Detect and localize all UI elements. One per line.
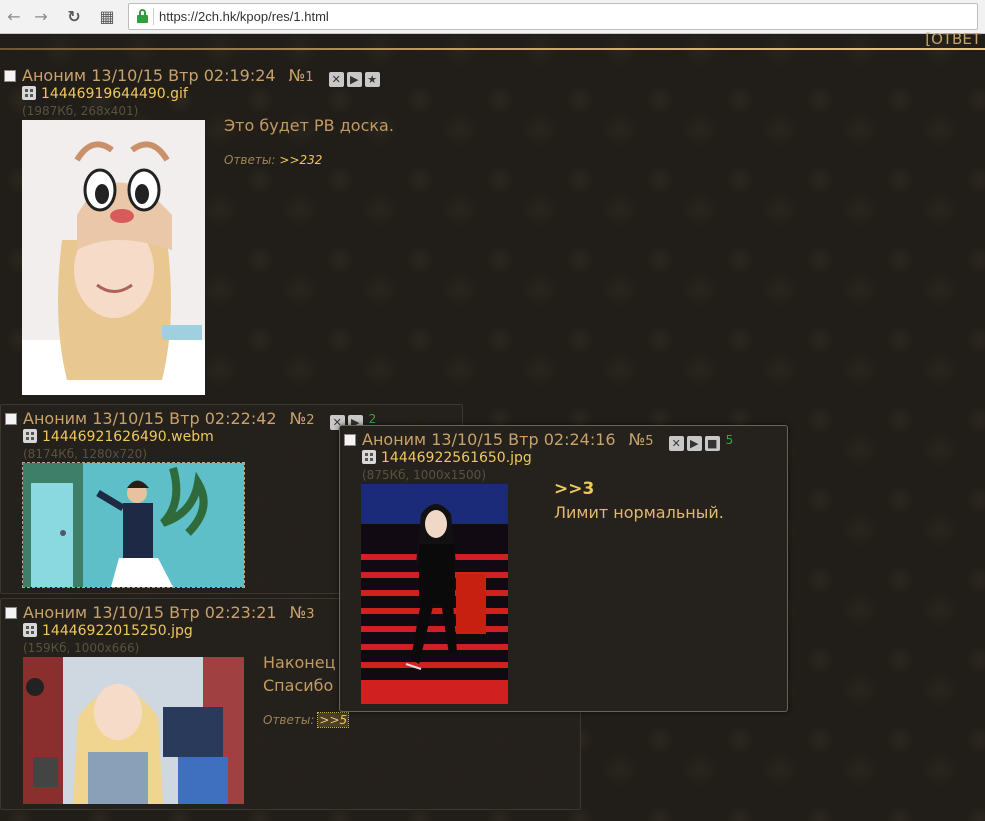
post-select-checkbox[interactable] <box>344 434 356 446</box>
file-name: 14446921626490.webm <box>42 429 214 445</box>
post-op: Аноним 13/10/15 Втр 02:19:24 №1 ✕ ▶ ★ 1444… <box>0 62 560 398</box>
file-link[interactable]: 14446922561650.jpg <box>362 450 532 466</box>
post-number[interactable]: №2 <box>290 409 315 428</box>
download-icon[interactable] <box>23 429 37 443</box>
file-meta: (875Кб, 1000x1500) <box>362 468 486 482</box>
reply-link[interactable]: >>232 <box>279 153 322 167</box>
post-date: 13/10/15 Втр 02:24:16 <box>431 430 616 449</box>
file-link[interactable]: 14446922015250.jpg <box>23 623 193 639</box>
file-link[interactable]: 14446921626490.webm <box>23 429 214 445</box>
post-header: Аноним 13/10/15 Втр 02:19:24 №1 ✕ ▶ ★ <box>4 66 380 87</box>
url-text: https://2ch.hk/kpop/res/1.html <box>159 9 329 24</box>
post-date: 13/10/15 Втр 02:23:21 <box>92 603 277 622</box>
post-date: 13/10/15 Втр 02:19:24 <box>91 66 276 85</box>
favorite-icon[interactable]: ★ <box>364 72 380 87</box>
quote-link[interactable]: >>3 <box>554 478 724 501</box>
top-nav-partial[interactable]: [ОТВЕТ <box>925 30 981 48</box>
post-header: Аноним 13/10/15 Втр 02:23:21 №3 <box>5 603 315 623</box>
hide-icon[interactable]: ✕ <box>668 436 684 451</box>
post-author: Аноним <box>23 603 88 622</box>
file-meta: (1987Кб, 268x401) <box>22 104 139 118</box>
address-bar[interactable]: https://2ch.hk/kpop/res/1.html <box>128 3 978 30</box>
post-select-checkbox[interactable] <box>4 70 16 82</box>
divider <box>0 48 985 50</box>
file-name: 14446922015250.jpg <box>42 623 193 639</box>
post-thumbnail[interactable] <box>22 462 245 588</box>
file-name: 14446919644490.gif <box>41 86 188 102</box>
forward-icon[interactable]: → <box>30 6 52 28</box>
file-meta: (159Кб, 1000x666) <box>23 641 140 655</box>
post-header: Аноним 13/10/15 Втр 02:22:42 №2 ✕ ▶ 2 <box>5 409 377 430</box>
post-author: Аноним <box>362 430 427 449</box>
download-icon[interactable] <box>23 623 37 637</box>
file-name: 14446922561650.jpg <box>381 450 532 466</box>
post-number[interactable]: №1 <box>289 66 314 85</box>
post-preview-popup: Аноним 13/10/15 Втр 02:24:16 №5 ✕ ▶ ■ 5 144… <box>339 425 788 712</box>
post-number[interactable]: №3 <box>290 603 315 622</box>
reply-count: 2 <box>368 412 377 426</box>
post-header: Аноним 13/10/15 Втр 02:24:16 №5 ✕ ▶ ■ 5 <box>344 430 734 451</box>
reply-link[interactable]: >>5 <box>317 712 350 728</box>
post-number[interactable]: №5 <box>629 430 654 449</box>
post-select-checkbox[interactable] <box>5 607 17 619</box>
reload-icon[interactable]: ↻ <box>63 6 85 28</box>
post-replies: Ответы: >>5 <box>263 712 350 728</box>
post-replies: Ответы: >>232 <box>224 153 323 167</box>
post-date: 13/10/15 Втр 02:22:42 <box>92 409 277 428</box>
post-message: Это будет РВ доска. <box>224 116 394 135</box>
download-icon[interactable] <box>362 450 376 464</box>
expand-icon[interactable]: ▶ <box>346 72 362 87</box>
reply-count: 5 <box>725 433 734 447</box>
post-thumbnail[interactable] <box>361 484 508 704</box>
expand-icon[interactable]: ▶ <box>686 436 702 451</box>
hide-icon[interactable]: ✕ <box>328 72 344 87</box>
post-select-checkbox[interactable] <box>5 413 17 425</box>
apps-icon[interactable]: ▦ <box>96 6 118 28</box>
secure-lock-icon <box>137 9 148 23</box>
post-thumbnail[interactable] <box>23 657 244 804</box>
file-meta: (8174Кб, 1280x720) <box>23 447 147 461</box>
post-message: Наконец Спасибо <box>263 653 336 695</box>
post-author: Аноним <box>23 409 88 428</box>
post-author: Аноним <box>22 66 87 85</box>
browser-toolbar: ← → ↻ ▦ https://2ch.hk/kpop/res/1.html <box>0 0 985 34</box>
back-icon[interactable]: ← <box>3 6 25 28</box>
download-icon[interactable] <box>22 86 36 100</box>
post-thumbnail[interactable] <box>22 120 205 395</box>
post-message: >>3 Лимит нормальный. <box>554 478 724 522</box>
file-link[interactable]: 14446919644490.gif <box>22 86 188 102</box>
stop-icon[interactable]: ■ <box>704 436 720 451</box>
